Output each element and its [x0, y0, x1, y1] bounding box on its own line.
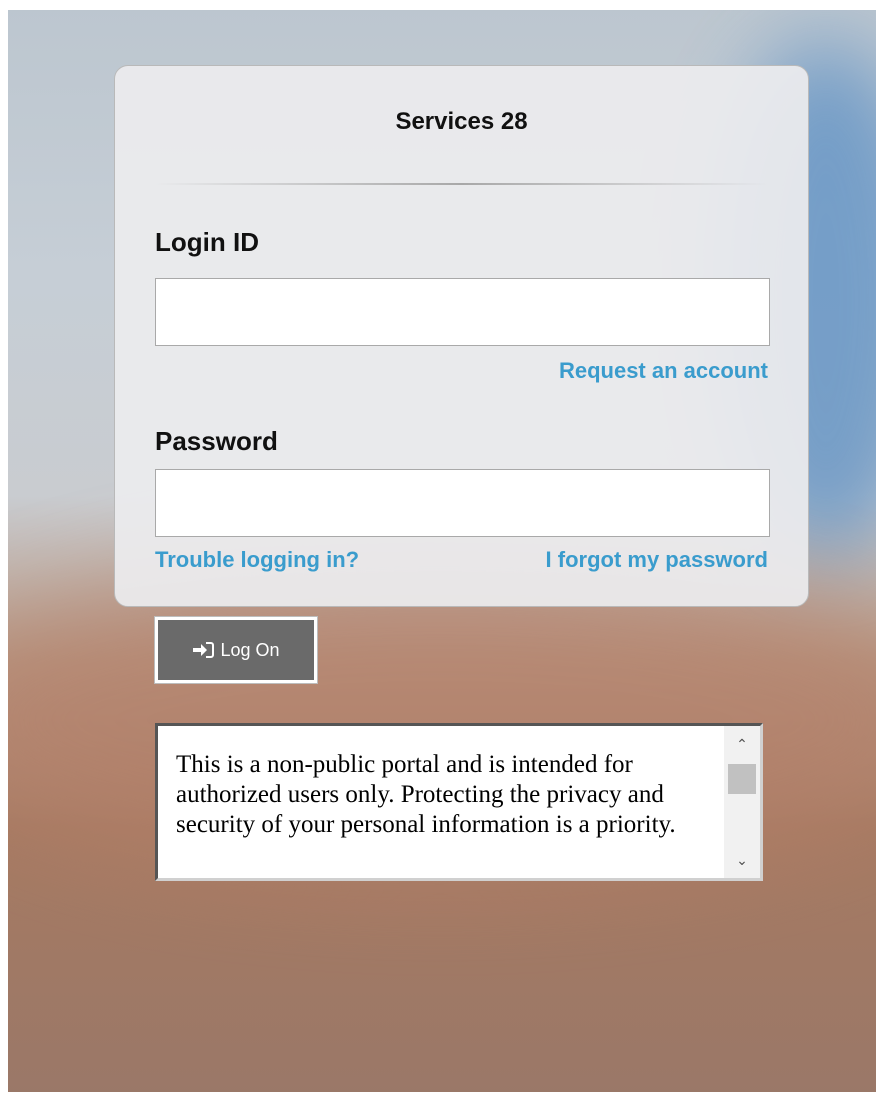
- chevron-down-icon[interactable]: ⌄: [724, 848, 760, 872]
- login-card: Services 28 Login ID Request an account …: [114, 65, 809, 881]
- forgot-password-link[interactable]: I forgot my password: [546, 547, 768, 573]
- trouble-logging-in-link[interactable]: Trouble logging in?: [155, 547, 359, 573]
- notice-scrollbar[interactable]: ⌃ ⌄: [724, 726, 760, 878]
- password-help-row: Trouble logging in? I forgot my password: [155, 547, 768, 573]
- password-label: Password: [155, 426, 278, 456]
- login-id-label: Login ID: [155, 227, 259, 257]
- top-edge: [0, 0, 876, 10]
- login-id-input[interactable]: [155, 278, 770, 346]
- scroll-thumb[interactable]: [728, 764, 756, 794]
- request-account-link[interactable]: Request an account: [559, 358, 768, 383]
- bottom-edge: [0, 1092, 876, 1102]
- notice-textarea[interactable]: This is a non-public portal and is inten…: [155, 723, 763, 881]
- title-divider: [155, 183, 768, 185]
- left-edge: [0, 0, 8, 1102]
- page-title: Services 28: [395, 108, 528, 135]
- password-input[interactable]: [155, 469, 770, 537]
- chevron-up-icon[interactable]: ⌃: [724, 732, 760, 756]
- log-on-label: Log On: [220, 639, 280, 660]
- request-account-row: Request an account: [155, 358, 768, 384]
- notice-text: This is a non-public portal and is inten…: [176, 751, 676, 838]
- log-on-button[interactable]: Log On: [155, 617, 317, 683]
- sign-in-icon: [193, 642, 215, 658]
